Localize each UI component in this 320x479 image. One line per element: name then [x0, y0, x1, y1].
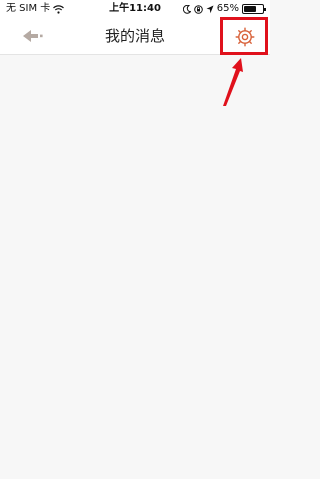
status-right: 65% [182, 0, 266, 18]
back-arrow-icon [23, 30, 43, 42]
page-title: 我的消息 [104, 27, 165, 45]
red-arrow-icon [223, 58, 243, 106]
location-icon [206, 5, 214, 14]
back-button[interactable] [14, 25, 48, 47]
battery-percent: 65% [216, 3, 239, 14]
battery-fill [244, 6, 256, 12]
messages-list-area[interactable] [0, 56, 270, 479]
moon-icon [182, 4, 191, 14]
status-bar: 无 SIM 卡 上午11:40 65% [0, 0, 270, 18]
annotation-highlight-box [220, 17, 268, 55]
annotation-arrow [214, 56, 248, 108]
rotation-lock-icon [193, 4, 203, 14]
battery-icon [242, 4, 266, 14]
